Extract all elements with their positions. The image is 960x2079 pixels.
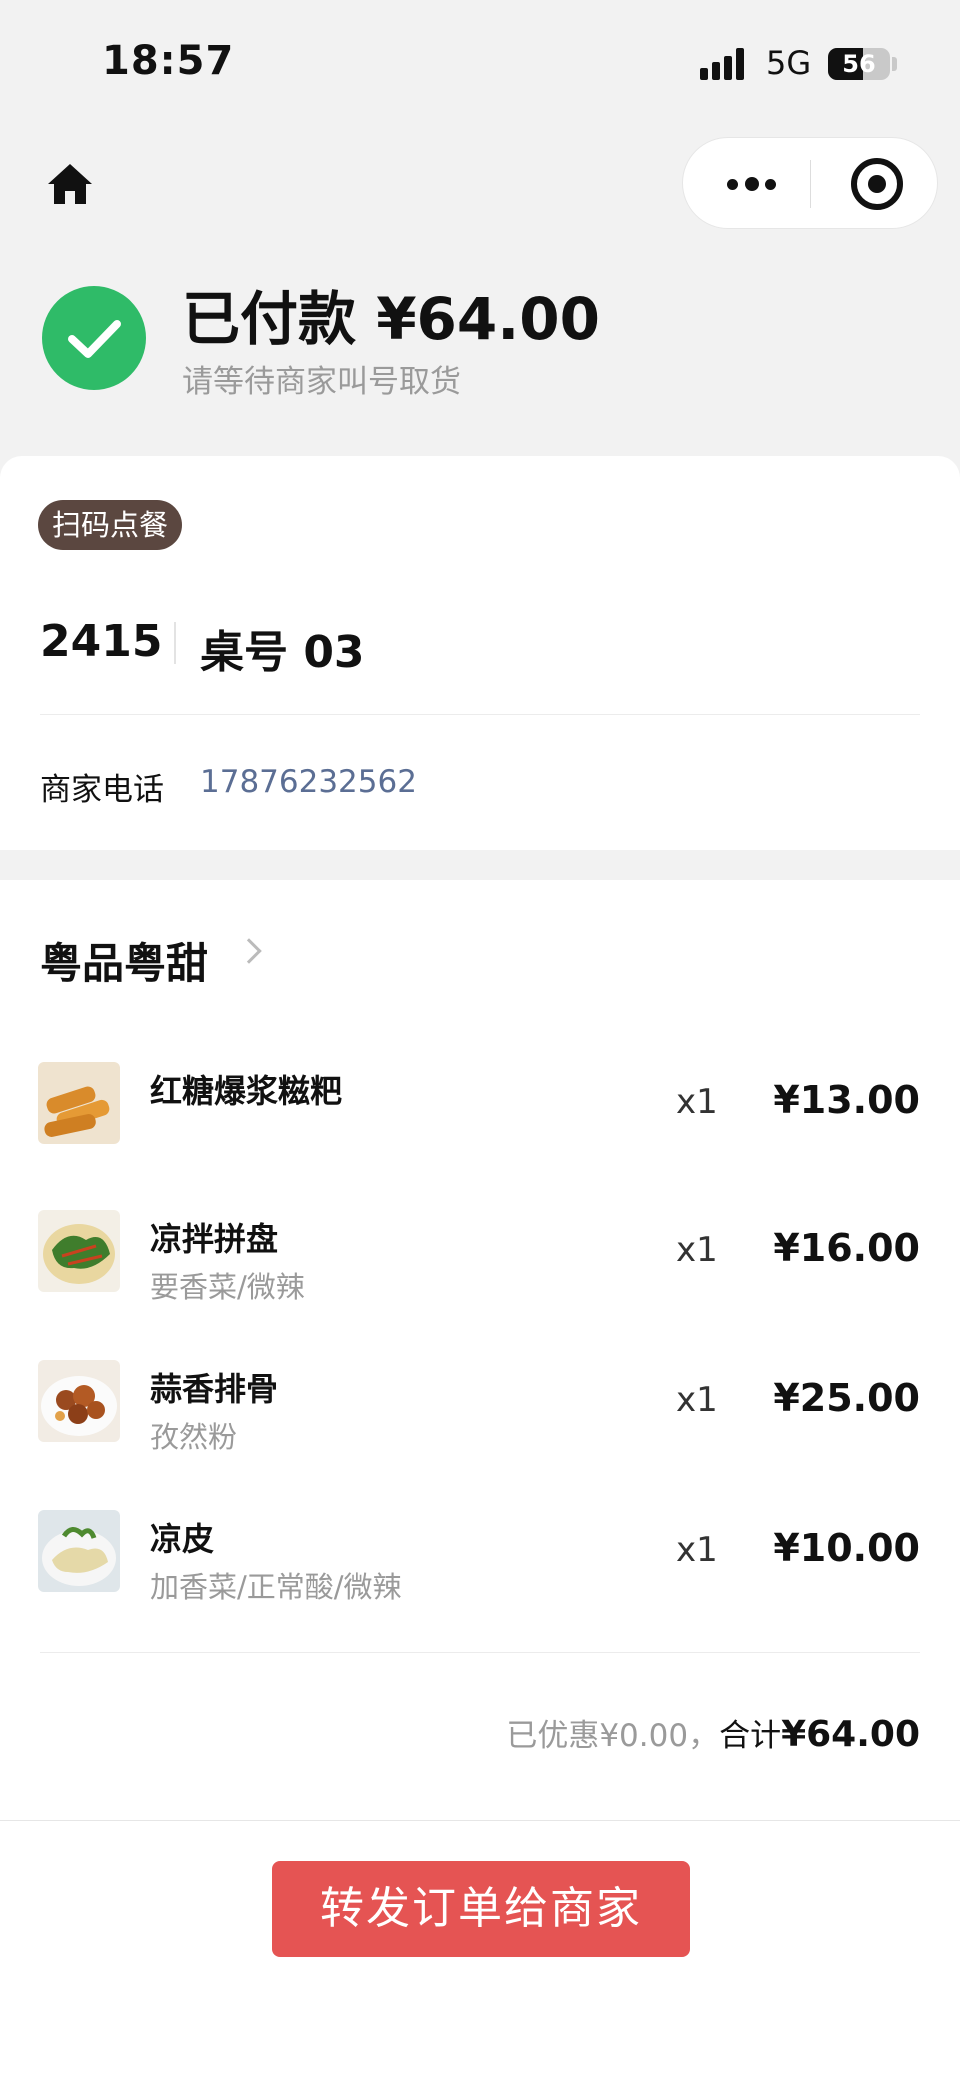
list-item: 凉皮 加香菜/正常酸/微辣 x1 ¥10.00 — [0, 1510, 960, 1630]
item-quantity: x1 — [676, 1082, 718, 1122]
food-thumbnail — [38, 1360, 120, 1442]
item-price: ¥25.00 — [773, 1376, 920, 1420]
more-dots-icon[interactable] — [719, 160, 799, 208]
status-bar: 18:57 5G 56 — [0, 0, 960, 130]
battery-level: 56 — [842, 50, 876, 78]
item-name: 红糖爆浆糍粑 — [150, 1072, 343, 1110]
mini-program-capsule — [682, 137, 938, 229]
home-icon[interactable] — [44, 160, 96, 208]
merchant-phone-link[interactable]: 17876232562 — [200, 764, 417, 800]
item-price: ¥10.00 — [773, 1526, 920, 1570]
order-info-card: 扫码点餐 2415 桌号 03 商家电话 17876232562 — [0, 456, 960, 850]
check-circle-icon — [42, 286, 146, 390]
chevron-right-icon — [236, 938, 262, 964]
item-options: 加香菜/正常酸/微辣 — [150, 1570, 402, 1604]
item-options: 要香菜/微辣 — [150, 1270, 305, 1304]
network-type: 5G — [766, 44, 812, 82]
item-price: ¥16.00 — [773, 1226, 920, 1270]
list-item: 凉拌拼盘 要香菜/微辣 x1 ¥16.00 — [0, 1210, 960, 1330]
food-thumbnail — [38, 1062, 120, 1144]
shop-link[interactable]: 粤品粤甜 — [40, 930, 262, 991]
merchant-phone-label: 商家电话 — [40, 772, 164, 808]
shop-name: 粤品粤甜 — [40, 939, 209, 988]
item-quantity: x1 — [676, 1530, 718, 1570]
signal-icon — [700, 48, 754, 80]
forward-order-button[interactable]: 转发订单给商家 — [272, 1861, 690, 1957]
list-item: 红糖爆浆糍粑 x1 ¥13.00 — [0, 1062, 960, 1182]
item-name: 蒜香排骨 — [150, 1370, 279, 1408]
total-label: 合计 — [719, 1718, 782, 1754]
order-type-badge: 扫码点餐 — [38, 500, 183, 550]
bottom-action-bar: 转发订单给商家 — [0, 1820, 960, 2079]
item-price: ¥13.00 — [773, 1078, 920, 1122]
order-items-card: 粤品粤甜 红糖爆浆糍粑 x1 ¥13.00 凉拌拼盘 要香菜/微辣 x1 ¥16… — [0, 880, 960, 1820]
item-name: 凉拌拼盘 — [150, 1220, 279, 1258]
total-amount: ¥64.00 — [781, 1714, 920, 1755]
item-quantity: x1 — [676, 1380, 718, 1420]
payment-status-subtitle: 请等待商家叫号取货 — [182, 364, 461, 400]
payment-status-title: 已付款 ¥64.00 — [182, 285, 601, 353]
divider — [40, 714, 920, 715]
food-thumbnail — [38, 1510, 120, 1592]
battery-icon: 56 — [828, 48, 890, 80]
target-icon[interactable] — [851, 158, 903, 210]
item-name: 凉皮 — [150, 1520, 215, 1558]
item-options: 孜然粉 — [150, 1420, 238, 1454]
order-summary: 已优惠¥0.00，合计¥64.00 — [506, 1710, 920, 1755]
food-thumbnail — [38, 1210, 120, 1292]
list-item: 蒜香排骨 孜然粉 x1 ¥25.00 — [0, 1360, 960, 1480]
order-number: 2415 — [40, 616, 163, 667]
table-number: 桌号 03 — [200, 627, 365, 678]
divider — [40, 1652, 920, 1653]
clock: 18:57 — [102, 38, 235, 84]
item-quantity: x1 — [676, 1230, 718, 1270]
discount-text: 已优惠¥0.00， — [506, 1718, 720, 1754]
